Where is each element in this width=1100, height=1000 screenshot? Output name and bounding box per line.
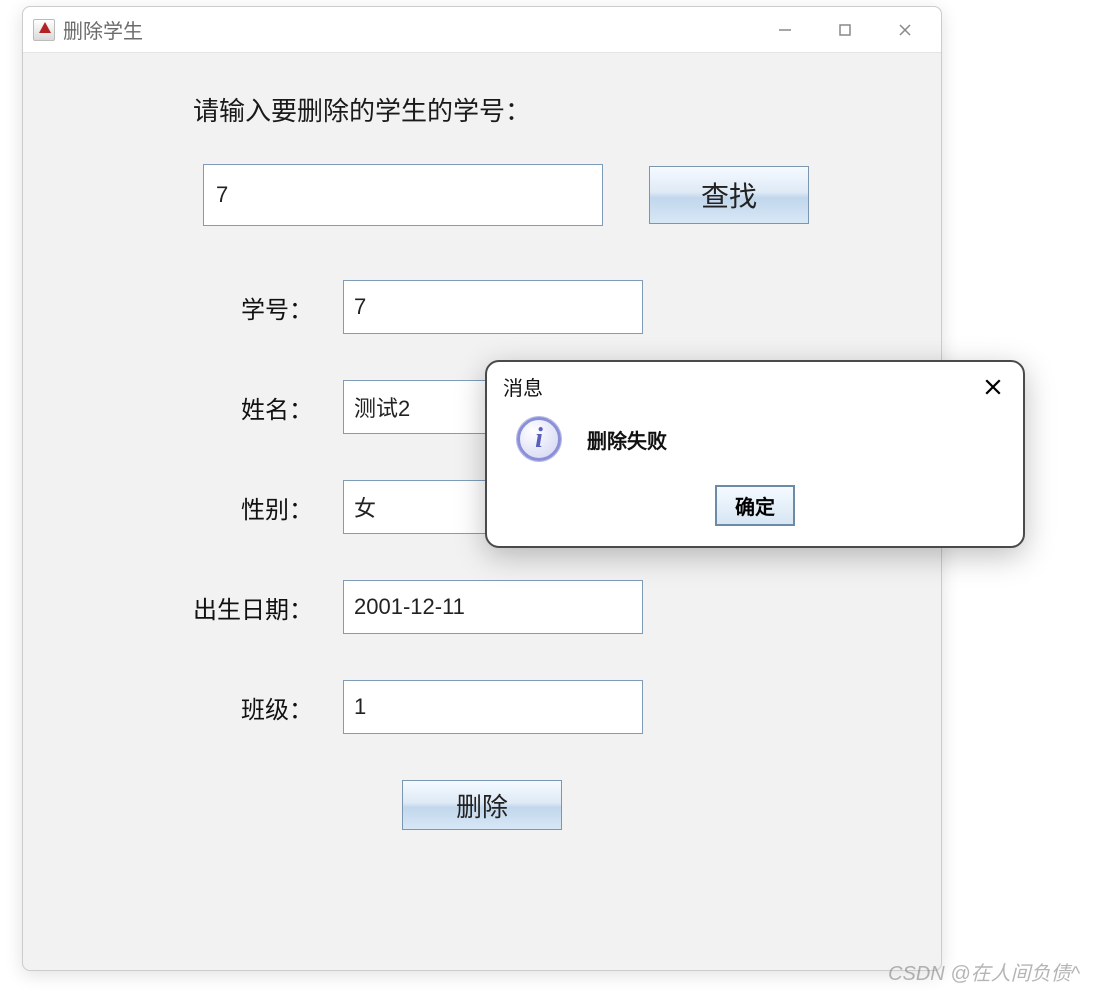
window-title: 删除学生: [63, 15, 143, 44]
label-gender: 性别：: [63, 490, 343, 525]
window-titlebar: 删除学生: [23, 7, 941, 53]
row-class: 班级：: [63, 680, 901, 734]
close-icon: [984, 378, 1002, 396]
field-class[interactable]: [343, 680, 643, 734]
dialog-titlebar: 消息: [487, 362, 1023, 407]
prompt-label: 请输入要删除的学生的学号：: [193, 91, 901, 128]
search-row: 查找: [203, 164, 901, 226]
watermark: CSDN @在人间负债^: [888, 957, 1080, 986]
minimize-icon: [777, 22, 793, 38]
close-button[interactable]: [875, 10, 935, 50]
label-birth: 出生日期：: [63, 590, 343, 625]
field-id[interactable]: [343, 280, 643, 334]
minimize-button[interactable]: [755, 10, 815, 50]
delete-button[interactable]: 删除: [402, 780, 562, 830]
label-name: 姓名：: [63, 390, 343, 425]
search-button[interactable]: 查找: [649, 166, 809, 224]
maximize-button[interactable]: [815, 10, 875, 50]
field-birth[interactable]: [343, 580, 643, 634]
row-id: 学号：: [63, 280, 901, 334]
label-id: 学号：: [63, 290, 343, 325]
dialog-close-button[interactable]: [979, 373, 1007, 401]
dialog-body: i 删除失败: [487, 407, 1023, 485]
close-icon: [897, 22, 913, 38]
row-birth: 出生日期：: [63, 580, 901, 634]
delete-row: 删除: [63, 780, 901, 830]
dialog-actions: 确定: [487, 485, 1023, 546]
dialog-title: 消息: [503, 372, 543, 401]
app-icon: [33, 19, 55, 41]
maximize-icon: [837, 22, 853, 38]
label-class: 班级：: [63, 690, 343, 725]
student-id-search-input[interactable]: [203, 164, 603, 226]
dialog-ok-button[interactable]: 确定: [715, 485, 795, 526]
dialog-message: 删除失败: [587, 425, 667, 454]
info-icon: i: [517, 417, 561, 461]
message-dialog: 消息 i 删除失败 确定: [485, 360, 1025, 548]
